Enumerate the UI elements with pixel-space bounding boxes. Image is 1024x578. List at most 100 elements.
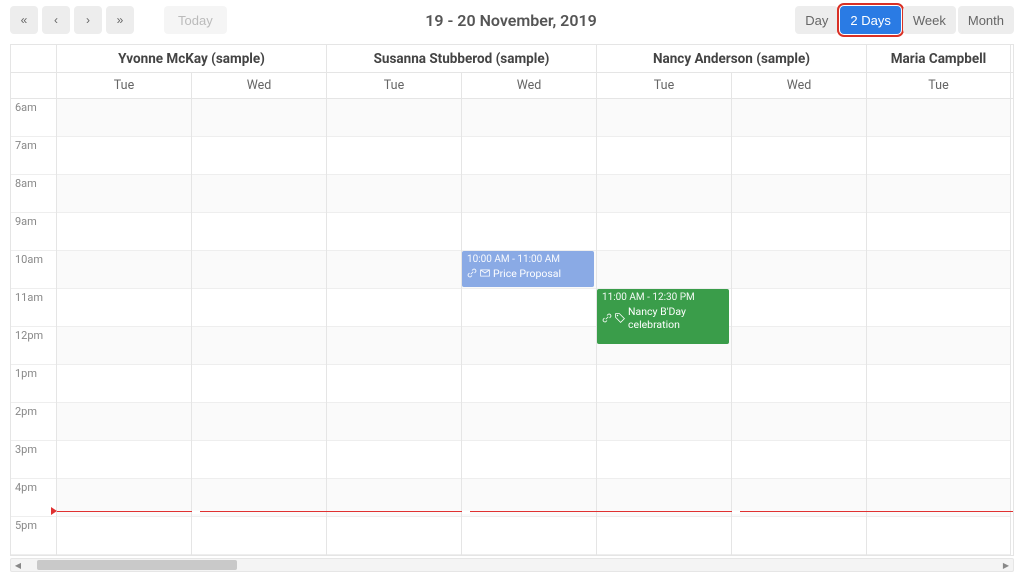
grid-cell[interactable] bbox=[462, 441, 596, 479]
horizontal-scrollbar[interactable]: ◀ ▶ bbox=[10, 558, 1014, 572]
grid-cell[interactable] bbox=[732, 213, 866, 251]
grid-cell[interactable] bbox=[597, 479, 731, 517]
nav-next-button[interactable]: › bbox=[74, 6, 102, 34]
grid-cell[interactable] bbox=[732, 137, 866, 175]
grid-cell[interactable] bbox=[327, 403, 461, 441]
grid-cell[interactable] bbox=[192, 441, 326, 479]
grid-cell[interactable] bbox=[57, 365, 191, 403]
grid-cell[interactable] bbox=[867, 365, 1010, 403]
view-button-day[interactable]: Day bbox=[795, 6, 838, 34]
grid-column[interactable] bbox=[192, 99, 327, 555]
grid-cell[interactable] bbox=[867, 441, 1010, 479]
view-button-week[interactable]: Week bbox=[903, 6, 956, 34]
grid-cell[interactable] bbox=[867, 175, 1010, 213]
scroll-left-arrow-icon[interactable]: ◀ bbox=[11, 559, 25, 571]
grid-cell[interactable] bbox=[732, 441, 866, 479]
grid-cell[interactable] bbox=[597, 403, 731, 441]
grid-cell[interactable] bbox=[732, 99, 866, 137]
grid-cell[interactable] bbox=[597, 175, 731, 213]
grid-cell[interactable] bbox=[327, 99, 461, 137]
grid-cell[interactable] bbox=[462, 365, 596, 403]
grid-cell[interactable] bbox=[462, 403, 596, 441]
grid-cell[interactable] bbox=[327, 175, 461, 213]
grid-cell[interactable] bbox=[597, 251, 731, 289]
calendar-grid[interactable]: 6am7am8am9am10am11am12pm1pm2pm3pm4pm5pm … bbox=[11, 99, 1013, 555]
grid-cell[interactable] bbox=[867, 137, 1010, 175]
grid-cell[interactable] bbox=[867, 517, 1010, 555]
grid-column[interactable]: 11:00 AM - 12:30 PMNancy B'Day celebrati… bbox=[597, 99, 732, 555]
grid-cell[interactable] bbox=[192, 289, 326, 327]
grid-cell[interactable] bbox=[57, 479, 191, 517]
grid-cell[interactable] bbox=[327, 251, 461, 289]
calendar-event[interactable]: 10:00 AM - 11:00 AMPrice Proposal bbox=[462, 251, 594, 287]
grid-cell[interactable] bbox=[57, 441, 191, 479]
grid-cell[interactable] bbox=[462, 175, 596, 213]
grid-cell[interactable] bbox=[57, 327, 191, 365]
grid-cell[interactable] bbox=[597, 213, 731, 251]
grid-cell[interactable] bbox=[462, 213, 596, 251]
grid-cell[interactable] bbox=[192, 213, 326, 251]
grid-cell[interactable] bbox=[462, 289, 596, 327]
calendar-event[interactable]: 11:00 AM - 12:30 PMNancy B'Day celebrati… bbox=[597, 289, 729, 344]
grid-cell[interactable] bbox=[462, 479, 596, 517]
grid-cell[interactable] bbox=[57, 99, 191, 137]
grid-cell[interactable] bbox=[732, 365, 866, 403]
grid-cell[interactable] bbox=[732, 479, 866, 517]
grid-cell[interactable] bbox=[192, 99, 326, 137]
grid-cell[interactable] bbox=[57, 213, 191, 251]
grid-cell[interactable] bbox=[192, 175, 326, 213]
grid-cell[interactable] bbox=[57, 175, 191, 213]
grid-cell[interactable] bbox=[867, 213, 1010, 251]
scroll-right-arrow-icon[interactable]: ▶ bbox=[999, 559, 1013, 571]
grid-cell[interactable] bbox=[192, 403, 326, 441]
grid-cell[interactable] bbox=[597, 137, 731, 175]
grid-cell[interactable] bbox=[867, 479, 1010, 517]
grid-cell[interactable] bbox=[327, 441, 461, 479]
grid-cell[interactable] bbox=[192, 365, 326, 403]
grid-cell[interactable] bbox=[57, 403, 191, 441]
view-button-month[interactable]: Month bbox=[958, 6, 1014, 34]
grid-cell[interactable] bbox=[327, 289, 461, 327]
grid-cell[interactable] bbox=[57, 517, 191, 555]
grid-cell[interactable] bbox=[57, 137, 191, 175]
grid-cell[interactable] bbox=[732, 327, 866, 365]
grid-cell[interactable] bbox=[597, 517, 731, 555]
grid-cell[interactable] bbox=[327, 327, 461, 365]
view-button-2-days[interactable]: 2 Days bbox=[840, 6, 900, 34]
grid-column[interactable] bbox=[867, 99, 1011, 555]
grid-cell[interactable] bbox=[597, 365, 731, 403]
grid-cell[interactable] bbox=[732, 517, 866, 555]
grid-cell[interactable] bbox=[57, 289, 191, 327]
grid-cell[interactable] bbox=[192, 517, 326, 555]
grid-cell[interactable] bbox=[462, 137, 596, 175]
grid-cell[interactable] bbox=[867, 99, 1010, 137]
grid-cell[interactable] bbox=[732, 251, 866, 289]
grid-cell[interactable] bbox=[327, 365, 461, 403]
grid-column[interactable] bbox=[57, 99, 192, 555]
grid-column[interactable] bbox=[732, 99, 867, 555]
grid-cell[interactable] bbox=[192, 479, 326, 517]
nav-last-button[interactable]: » bbox=[106, 6, 134, 34]
grid-column[interactable]: 10:00 AM - 11:00 AMPrice Proposal bbox=[462, 99, 597, 555]
grid-cell[interactable] bbox=[462, 517, 596, 555]
grid-cell[interactable] bbox=[327, 213, 461, 251]
grid-cell[interactable] bbox=[867, 289, 1010, 327]
grid-cell[interactable] bbox=[57, 251, 191, 289]
grid-cell[interactable] bbox=[867, 327, 1010, 365]
grid-cell[interactable] bbox=[327, 137, 461, 175]
grid-cell[interactable] bbox=[732, 403, 866, 441]
nav-prev-button[interactable]: ‹ bbox=[42, 6, 70, 34]
grid-cell[interactable] bbox=[867, 251, 1010, 289]
grid-cell[interactable] bbox=[732, 175, 866, 213]
today-button[interactable]: Today bbox=[164, 6, 227, 34]
grid-cell[interactable] bbox=[327, 479, 461, 517]
grid-cell[interactable] bbox=[462, 99, 596, 137]
grid-cell[interactable] bbox=[597, 99, 731, 137]
grid-cell[interactable] bbox=[462, 327, 596, 365]
grid-cell[interactable] bbox=[327, 517, 461, 555]
grid-cell[interactable] bbox=[192, 137, 326, 175]
grid-cell[interactable] bbox=[192, 327, 326, 365]
grid-cell[interactable] bbox=[867, 403, 1010, 441]
grid-cell[interactable] bbox=[597, 441, 731, 479]
grid-cell[interactable] bbox=[192, 251, 326, 289]
